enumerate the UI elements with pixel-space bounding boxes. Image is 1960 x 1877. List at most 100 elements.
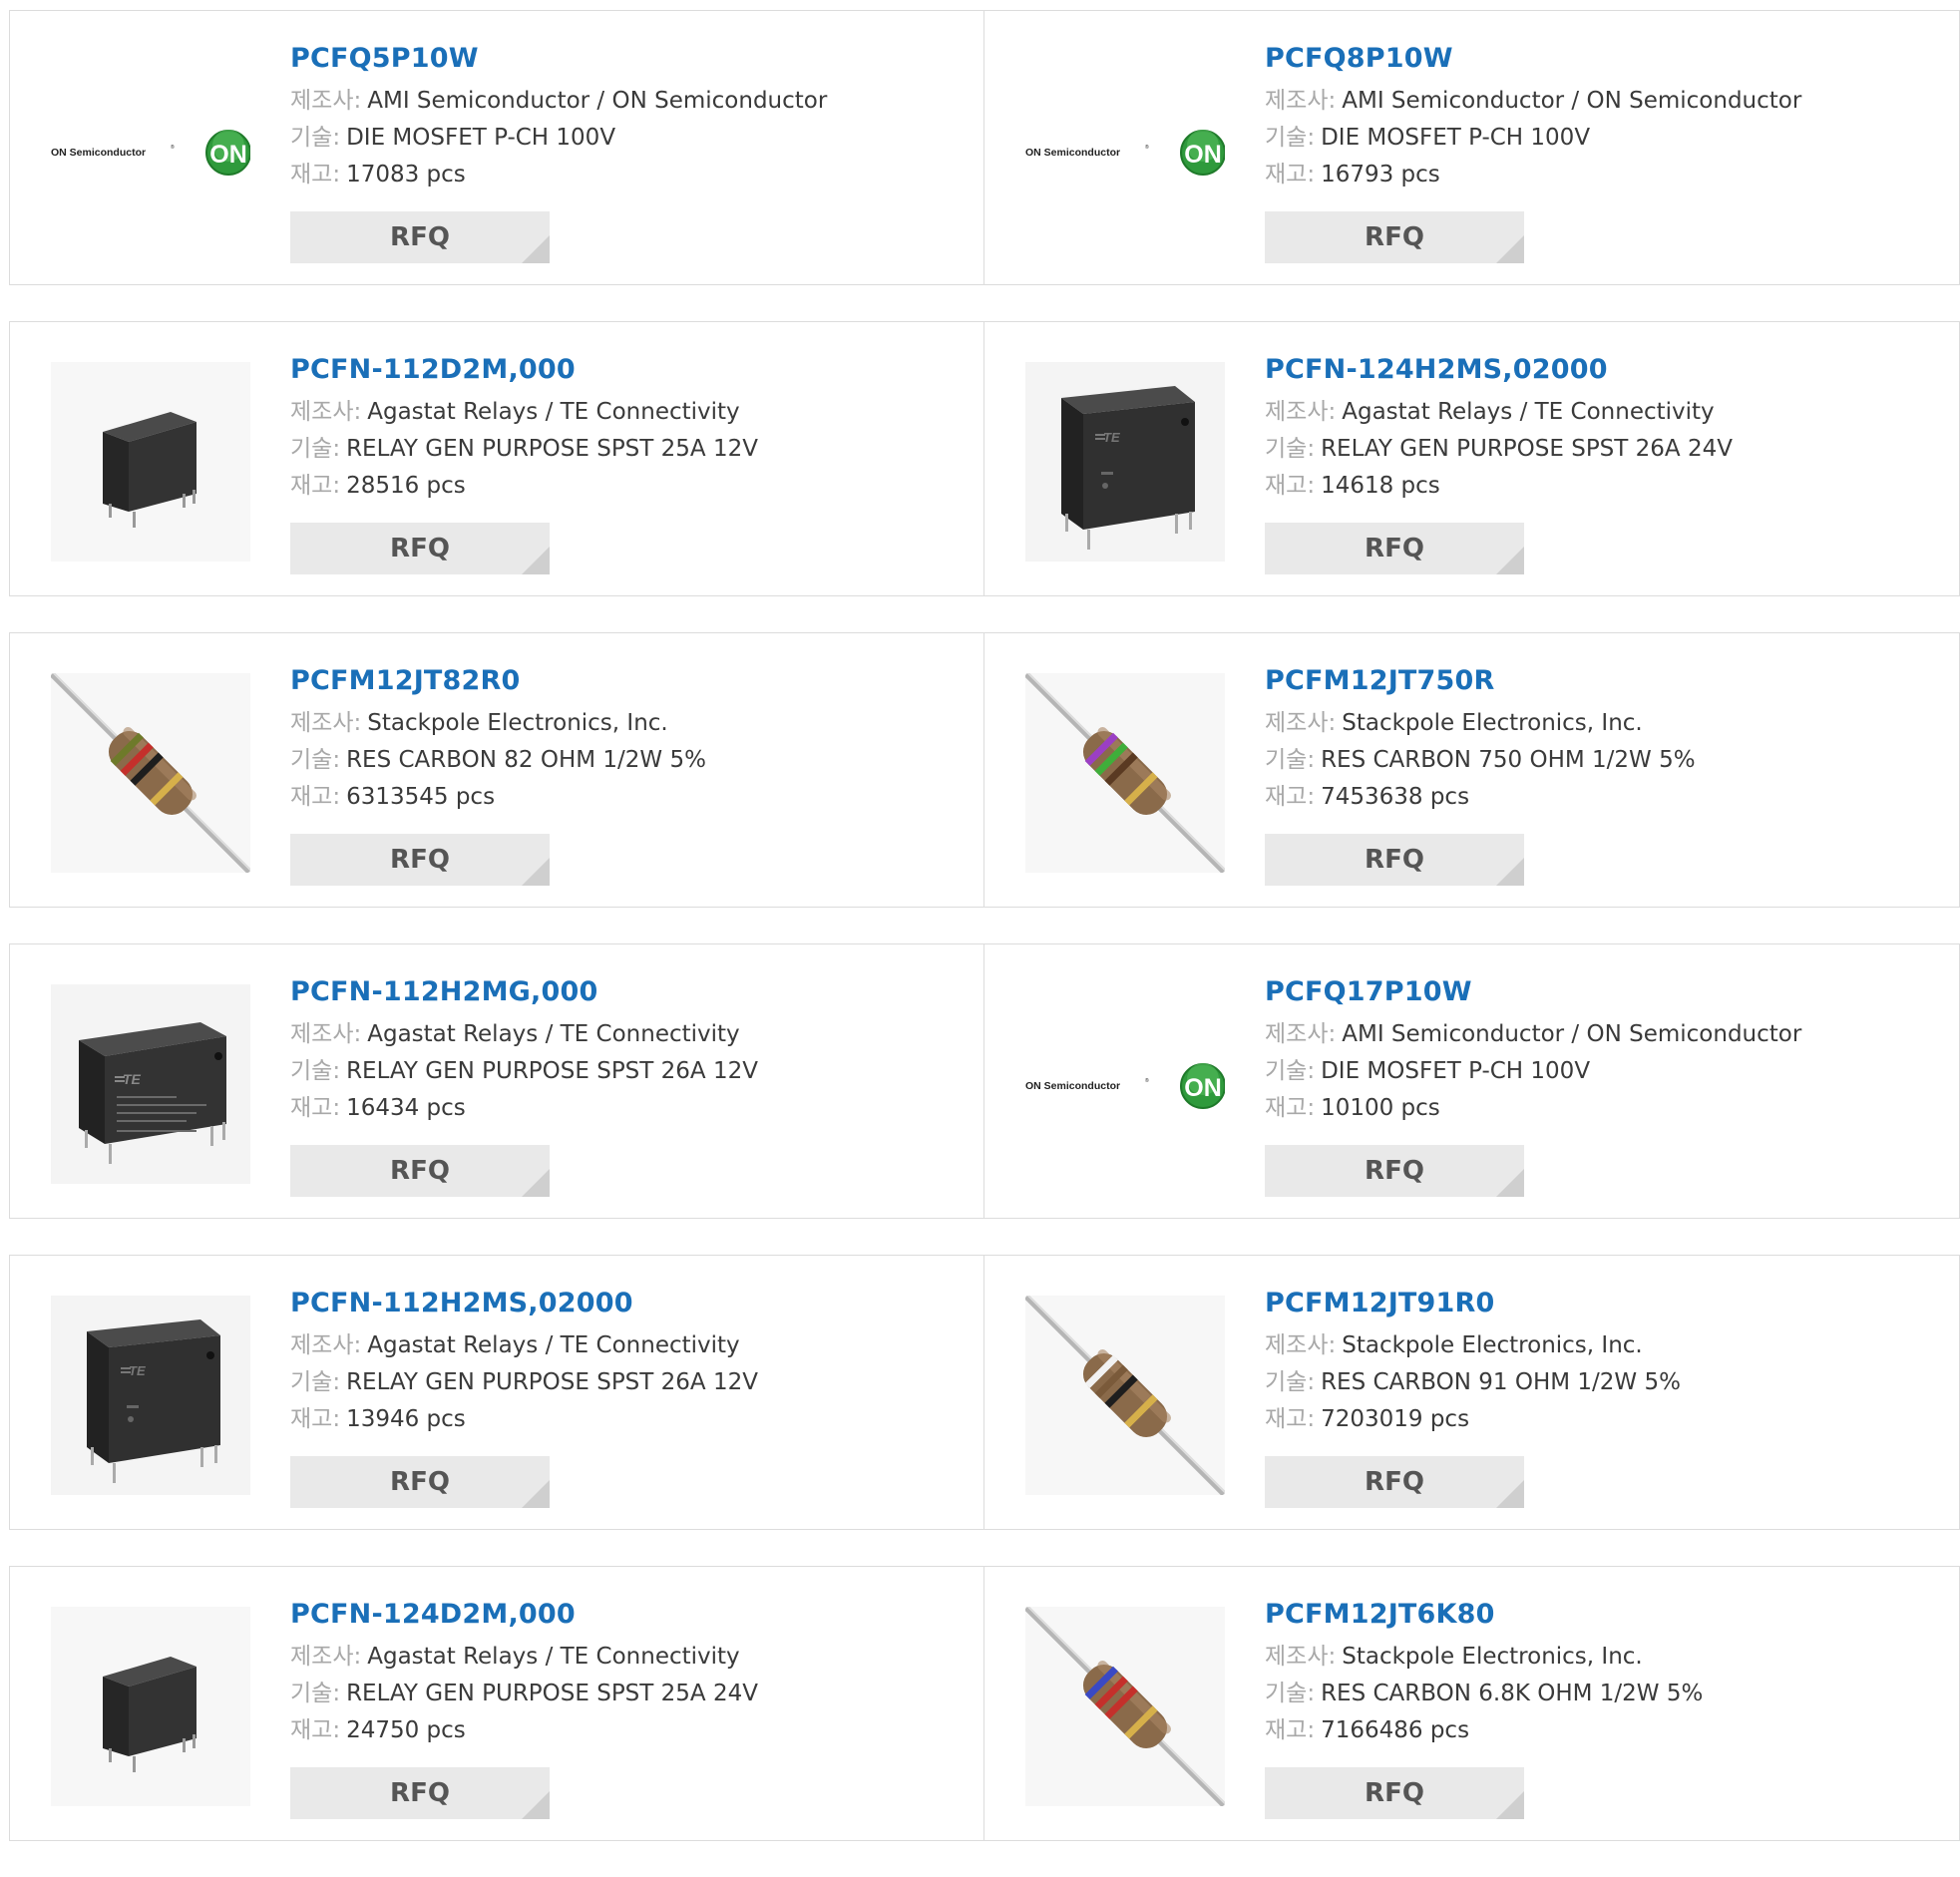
rfq-button[interactable]: RFQ bbox=[1265, 1456, 1524, 1508]
description-value: RES CARBON 91 OHM 1/2W 5% bbox=[1321, 1369, 1681, 1395]
rfq-button[interactable]: RFQ bbox=[1265, 1145, 1524, 1197]
description-value: RELAY GEN PURPOSE SPST 26A 12V bbox=[346, 1058, 758, 1084]
stock-label: 재고: bbox=[1265, 473, 1316, 499]
product-info: PCFN-112H2MS,02000 제조사: Agastat Relays / T… bbox=[290, 1286, 964, 1438]
stock-label: 재고: bbox=[1265, 784, 1316, 810]
product-info: PCFM12JT91R0 제조사: Stackpole Electronics, I… bbox=[1265, 1286, 1939, 1438]
description-line: 기술: RES CARBON 750 OHM 1/2W 5% bbox=[1265, 742, 1939, 779]
manufacturer-line: 제조사: Agastat Relays / TE Connectivity bbox=[290, 1016, 964, 1053]
product-thumbnail[interactable]: TE bbox=[51, 1296, 250, 1495]
corner-triangle-icon bbox=[522, 858, 550, 886]
stock-value: 16793 pcs bbox=[1321, 162, 1440, 188]
product-info: PCFQ8P10W 제조사: AMI Semiconductor / ON Semi… bbox=[1265, 41, 1939, 193]
product-thumbnail[interactable] bbox=[1025, 1296, 1225, 1495]
product-thumbnail[interactable]: ON Semiconductor ® ON bbox=[51, 51, 250, 250]
description-value: RES CARBON 82 OHM 1/2W 5% bbox=[346, 747, 706, 773]
product-info: PCFQ17P10W 제조사: AMI Semiconductor / ON Sem… bbox=[1265, 974, 1939, 1127]
relay-image: TE bbox=[51, 1296, 250, 1495]
description-line: 기술: RELAY GEN PURPOSE SPST 26A 12V bbox=[290, 1364, 964, 1401]
manufacturer-label: 제조사: bbox=[290, 1644, 362, 1670]
description-line: 기술: RES CARBON 91 OHM 1/2W 5% bbox=[1265, 1364, 1939, 1401]
rfq-button[interactable]: RFQ bbox=[1265, 211, 1524, 263]
product-thumbnail[interactable] bbox=[51, 673, 250, 873]
product-row: TE PCFN-112H2MG,000 제조사: Agastat Relays / T… bbox=[9, 943, 1960, 1219]
corner-triangle-icon bbox=[1496, 1169, 1524, 1197]
manufacturer-line: 제조사: Stackpole Electronics, Inc. bbox=[290, 705, 964, 742]
stock-label: 재고: bbox=[290, 1717, 341, 1743]
product-info: PCFN-112H2MG,000 제조사: Agastat Relays / TE … bbox=[290, 974, 964, 1127]
stock-line: 재고: 14618 pcs bbox=[1265, 468, 1939, 505]
part-number-link[interactable]: PCFM12JT82R0 bbox=[290, 663, 964, 699]
product-row: PCFM12JT82R0 제조사: Stackpole Electronics, I… bbox=[9, 632, 1960, 908]
stock-line: 재고: 7166486 pcs bbox=[1265, 1712, 1939, 1749]
product-thumbnail[interactable]: TE bbox=[51, 984, 250, 1184]
description-line: 기술: RELAY GEN PURPOSE SPST 26A 24V bbox=[1265, 431, 1939, 468]
rfq-label: RFQ bbox=[390, 222, 450, 252]
rfq-button[interactable]: RFQ bbox=[1265, 1767, 1524, 1819]
product-card: PCFN-124D2M,000 제조사: Agastat Relays / TE C… bbox=[9, 1566, 984, 1841]
stock-label: 재고: bbox=[290, 784, 341, 810]
rfq-button[interactable]: RFQ bbox=[290, 1145, 550, 1197]
description-label: 기술: bbox=[1265, 1058, 1316, 1084]
svg-text:ON Semiconductor: ON Semiconductor bbox=[51, 147, 146, 159]
product-thumbnail[interactable]: ON Semiconductor ® ON bbox=[1025, 984, 1225, 1184]
part-number-link[interactable]: PCFM12JT6K80 bbox=[1265, 1597, 1939, 1633]
svg-text:ON: ON bbox=[209, 141, 247, 169]
product-info: PCFN-124D2M,000 제조사: Agastat Relays / TE C… bbox=[290, 1597, 964, 1749]
product-thumbnail[interactable]: TE bbox=[1025, 362, 1225, 562]
stock-value: 6313545 pcs bbox=[346, 784, 496, 810]
stock-line: 재고: 7453638 pcs bbox=[1265, 779, 1939, 816]
product-row: TE PCFN-112H2MS,02000 제조사: Agastat Relays /… bbox=[9, 1255, 1960, 1530]
part-number-link[interactable]: PCFN-124D2M,000 bbox=[290, 1597, 964, 1633]
part-number-link[interactable]: PCFM12JT750R bbox=[1265, 663, 1939, 699]
description-value: DIE MOSFET P-CH 100V bbox=[1321, 125, 1591, 151]
corner-triangle-icon bbox=[1496, 1480, 1524, 1508]
manufacturer-line: 제조사: AMI Semiconductor / ON Semiconductor bbox=[290, 83, 964, 120]
stock-value: 13946 pcs bbox=[346, 1406, 466, 1432]
stock-line: 재고: 17083 pcs bbox=[290, 157, 964, 193]
part-number-link[interactable]: PCFM12JT91R0 bbox=[1265, 1286, 1939, 1321]
rfq-label: RFQ bbox=[390, 1467, 450, 1497]
part-number-link[interactable]: PCFN-124H2MS,02000 bbox=[1265, 352, 1939, 388]
part-number-link[interactable]: PCFQ5P10W bbox=[290, 41, 964, 77]
svg-text:TE: TE bbox=[123, 1071, 142, 1087]
stock-value: 28516 pcs bbox=[346, 473, 466, 499]
description-label: 기술: bbox=[1265, 125, 1316, 151]
description-label: 기술: bbox=[1265, 747, 1316, 773]
rfq-button[interactable]: RFQ bbox=[290, 523, 550, 574]
on-semiconductor-logo: ON Semiconductor ® ON bbox=[1025, 1063, 1225, 1109]
svg-text:®: ® bbox=[1145, 1077, 1149, 1084]
description-line: 기술: DIE MOSFET P-CH 100V bbox=[290, 120, 964, 157]
product-thumbnail[interactable] bbox=[1025, 1607, 1225, 1806]
corner-triangle-icon bbox=[522, 1169, 550, 1197]
manufacturer-line: 제조사: Stackpole Electronics, Inc. bbox=[1265, 1327, 1939, 1364]
rfq-button[interactable]: RFQ bbox=[1265, 834, 1524, 886]
stock-value: 24750 pcs bbox=[346, 1717, 466, 1743]
part-number-link[interactable]: PCFN-112H2MS,02000 bbox=[290, 1286, 964, 1321]
product-thumbnail[interactable] bbox=[51, 1607, 250, 1806]
rfq-button[interactable]: RFQ bbox=[290, 1767, 550, 1819]
rfq-button[interactable]: RFQ bbox=[290, 211, 550, 263]
part-number-link[interactable]: PCFQ8P10W bbox=[1265, 41, 1939, 77]
product-thumbnail[interactable]: ON Semiconductor ® ON bbox=[1025, 51, 1225, 250]
product-thumbnail[interactable] bbox=[51, 362, 250, 562]
manufacturer-value: Stackpole Electronics, Inc. bbox=[1342, 1332, 1643, 1358]
rfq-button[interactable]: RFQ bbox=[1265, 523, 1524, 574]
product-card: PCFM12JT91R0 제조사: Stackpole Electronics, I… bbox=[984, 1255, 1960, 1530]
description-value: RELAY GEN PURPOSE SPST 26A 24V bbox=[1321, 436, 1733, 462]
product-card: PCFM12JT750R 제조사: Stackpole Electronics, I… bbox=[984, 632, 1960, 908]
rfq-button[interactable]: RFQ bbox=[290, 834, 550, 886]
part-number-link[interactable]: PCFQ17P10W bbox=[1265, 974, 1939, 1010]
description-line: 기술: RES CARBON 82 OHM 1/2W 5% bbox=[290, 742, 964, 779]
rfq-button[interactable]: RFQ bbox=[290, 1456, 550, 1508]
part-number-link[interactable]: PCFN-112H2MG,000 bbox=[290, 974, 964, 1010]
part-number-link[interactable]: PCFN-112D2M,000 bbox=[290, 352, 964, 388]
manufacturer-value: Agastat Relays / TE Connectivity bbox=[367, 1332, 740, 1358]
manufacturer-label: 제조사: bbox=[290, 1021, 362, 1047]
manufacturer-value: AMI Semiconductor / ON Semiconductor bbox=[1342, 88, 1802, 114]
description-label: 기술: bbox=[290, 1681, 341, 1706]
product-thumbnail[interactable] bbox=[1025, 673, 1225, 873]
relay-image bbox=[51, 362, 250, 562]
product-info: PCFM12JT750R 제조사: Stackpole Electronics, I… bbox=[1265, 663, 1939, 816]
resistor-image bbox=[1025, 1296, 1225, 1495]
